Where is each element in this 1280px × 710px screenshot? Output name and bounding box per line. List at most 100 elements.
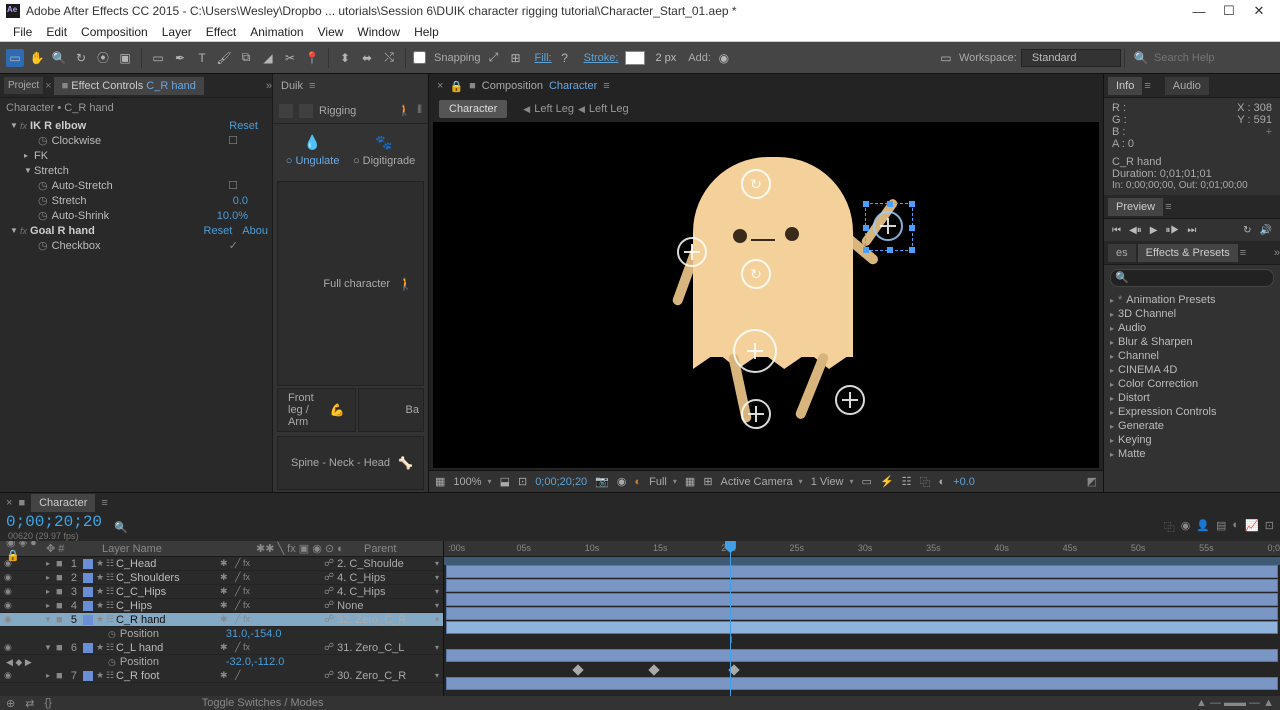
viewer-lock-icon[interactable]: 🔒 — [449, 80, 463, 93]
ctrl-r-foot[interactable] — [835, 385, 865, 415]
exposure-reset-icon[interactable]: ◐ — [939, 476, 946, 488]
ep-menu-icon[interactable]: ≡ — [1240, 247, 1246, 259]
menu-animation[interactable]: Animation — [243, 23, 310, 41]
snapshot-icon[interactable]: 📷 — [595, 475, 609, 488]
res-down-icon[interactable]: ⬓ — [500, 475, 510, 488]
search-help-input[interactable] — [1154, 52, 1274, 64]
hand-tool-icon[interactable]: ✋ — [28, 49, 46, 67]
stroke-label[interactable]: Stroke: — [584, 52, 619, 64]
layer-row-C_Hips[interactable]: ◉▸■4★☷C_Hips✱ ╱ fx☍None▾ — [0, 599, 443, 613]
menu-file[interactable]: File — [6, 23, 39, 41]
timeline-tracks[interactable]: :00s05s10s15s20s25s30s35s40s45s50s55s0;0… — [444, 541, 1280, 696]
duik-menu-icon[interactable]: ≡ — [309, 80, 315, 92]
ep-keying[interactable]: ▸Keying — [1104, 433, 1280, 447]
ep-generate[interactable]: ▸Generate — [1104, 419, 1280, 433]
play-icon[interactable]: ▶ — [1150, 225, 1158, 236]
layer-row-C_R foot[interactable]: ◉▸■7★☷C_R foot✱ ╱ ☍30. Zero_C_R▾ — [0, 669, 443, 683]
ep-distort[interactable]: ▸Distort — [1104, 391, 1280, 405]
pen-tool-icon[interactable]: ✒ — [171, 49, 189, 67]
tl-search-icon[interactable]: 🔍 — [114, 521, 128, 534]
brainstorm-icon[interactable]: ⊡ — [1265, 519, 1274, 535]
prop-stretch-grp[interactable]: Stretch — [34, 165, 268, 177]
fill-label[interactable]: Fill: — [535, 52, 552, 64]
track-bar[interactable] — [446, 579, 1278, 592]
comp-mini-flowchart-icon[interactable]: ⿻ — [1164, 519, 1175, 535]
tl-ft-icon2[interactable]: ⇄ — [25, 697, 34, 710]
grid-icon[interactable]: ▦ — [685, 475, 695, 488]
type-ungulate[interactable]: 💧○ Ungulate — [286, 134, 340, 167]
menu-effect[interactable]: Effect — [199, 23, 243, 41]
tab-project[interactable]: Project — [4, 77, 43, 94]
timeline-icon[interactable]: ☷ — [902, 475, 912, 488]
val-stretch[interactable]: 0.0 — [233, 195, 248, 207]
last-frame-icon[interactable]: ⏭ — [1187, 225, 1196, 236]
col-parent[interactable]: Parent — [364, 543, 437, 555]
ep-matte[interactable]: ▸Matte — [1104, 447, 1280, 461]
loop-icon[interactable]: ↻ — [1243, 225, 1251, 236]
track-bar[interactable] — [446, 677, 1278, 690]
menu-help[interactable]: Help — [407, 23, 446, 41]
full-char-label[interactable]: Full character — [323, 278, 390, 290]
viewer-menu-icon[interactable]: ≡ — [603, 80, 609, 92]
tab-effect-controls[interactable]: ■ Effect Controls C_R hand — [54, 77, 204, 95]
eraser-tool-icon[interactable]: ◢ — [259, 49, 277, 67]
back-leg-label[interactable]: Ba — [406, 404, 419, 416]
text-tool-icon[interactable]: T — [193, 49, 211, 67]
reset-ik[interactable]: Reset — [229, 120, 258, 132]
preview-menu-icon[interactable]: ≡ — [1165, 201, 1171, 213]
layer-row-C_Head[interactable]: ◉▸■1★☷C_Head✱ ╱ fx☍2. C_Shoulde▾ — [0, 557, 443, 571]
viewer-close-icon[interactable]: × — [437, 80, 443, 92]
next-frame-icon[interactable]: ⏸▶ — [1165, 225, 1179, 236]
ep-channel[interactable]: ▸Channel — [1104, 349, 1280, 363]
comp-crumb[interactable]: ◀Left Leg◀Left Leg — [519, 103, 628, 115]
menu-window[interactable]: Window — [350, 23, 407, 41]
ctrl-hips[interactable] — [733, 329, 777, 373]
timecode[interactable]: 0;00;20;20 — [6, 513, 102, 531]
tab-audio[interactable]: Audio — [1165, 77, 1209, 95]
tab-left-trunc[interactable]: es — [1108, 244, 1136, 262]
comp-name[interactable]: Character — [549, 80, 597, 92]
view-select[interactable]: 1 View — [811, 476, 854, 488]
rigging-btn1-icon[interactable] — [279, 104, 293, 118]
effect-ik-r-elbow[interactable]: IK R elbow — [30, 120, 229, 132]
tl-close-icon[interactable]: × — [6, 497, 12, 509]
effects-search-input[interactable] — [1110, 269, 1274, 287]
ep-color-correction[interactable]: ▸Color Correction — [1104, 377, 1280, 391]
roto-tool-icon[interactable]: ✂ — [281, 49, 299, 67]
track-bar[interactable] — [446, 593, 1278, 606]
menu-layer[interactable]: Layer — [155, 23, 199, 41]
minimize-button[interactable]: — — [1184, 0, 1214, 22]
resolution-select[interactable]: Full — [649, 476, 677, 488]
exposure-value[interactable]: +0.0 — [953, 476, 975, 488]
brush-tool-icon[interactable]: 🖌 — [215, 49, 233, 67]
channel-icon[interactable]: ◉ — [617, 475, 627, 488]
ep-audio[interactable]: ▸Audio — [1104, 321, 1280, 335]
zoom-value[interactable]: 100% — [453, 476, 491, 488]
prop-position-6[interactable]: ◀ ◆ ▶◷Position-32.0,-112.0 — [0, 655, 443, 669]
snap-grid-icon[interactable]: ⊞ — [507, 49, 525, 67]
viewport[interactable]: ↻ ↻ — [433, 122, 1099, 468]
spine-label[interactable]: Spine - Neck - Head — [291, 457, 390, 469]
maximize-button[interactable]: ☐ — [1214, 0, 1244, 22]
menu-view[interactable]: View — [311, 23, 351, 41]
prop-fk[interactable]: FK — [34, 150, 268, 162]
layer-row-C_Shoulders[interactable]: ◉▸■2★☷C_Shoulders✱ ╱ fx☍4. C_Hips▾ — [0, 571, 443, 585]
ep-blur[interactable]: ▸Blur & Sharpen — [1104, 335, 1280, 349]
type-digitigrade[interactable]: 🐾○ Digitigrade — [353, 134, 415, 167]
hide-shy-icon[interactable]: 👤 — [1196, 519, 1210, 535]
track-bar[interactable] — [446, 649, 1278, 662]
menu-edit[interactable]: Edit — [39, 23, 74, 41]
ep-cinema4d[interactable]: ▸CINEMA 4D — [1104, 363, 1280, 377]
flowchart-icon[interactable]: ⿻ — [920, 474, 931, 490]
tab-effects-presets[interactable]: Effects & Presets — [1138, 244, 1238, 262]
frame-blend-icon[interactable]: ▤ — [1216, 519, 1226, 535]
alpha-icon[interactable]: ▦ — [435, 475, 445, 488]
tl-ft-icon3[interactable]: {} — [44, 697, 51, 709]
fast-preview-icon[interactable]: ⚡ — [880, 475, 894, 488]
axis-local-icon[interactable]: ⬍ — [336, 49, 354, 67]
selection-tool-icon[interactable]: ▭ — [6, 49, 24, 67]
motion-blur-icon[interactable]: ◐ — [1232, 519, 1239, 535]
layer-row-C_R hand[interactable]: ◉▼■5★☷C_R hand✱ ╱ fx☍32. Zero_C_R▾ — [0, 613, 443, 627]
viewer-expand-icon[interactable]: ◩ — [1087, 475, 1097, 488]
track-bar[interactable] — [446, 607, 1278, 620]
